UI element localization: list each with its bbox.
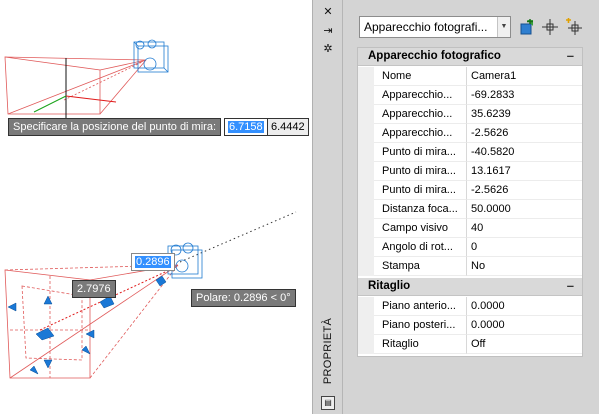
property-name: Punto di mira... — [374, 143, 467, 162]
camera-preview-top — [4, 39, 169, 118]
property-name: Apparecchio... — [374, 124, 467, 143]
property-name: Punto di mira... — [374, 162, 467, 181]
property-name: Angolo di rot... — [374, 238, 467, 257]
property-row[interactable]: Apparecchio... 35.6239 — [358, 105, 582, 124]
property-row[interactable]: Punto di mira... 13.1617 — [358, 162, 582, 181]
lens-length-value: 0.2896 — [135, 256, 171, 268]
property-value[interactable]: Camera1 — [467, 67, 582, 86]
property-name: Nome — [374, 67, 467, 86]
section-header[interactable]: Apparecchio fotografico – — [358, 48, 582, 66]
object-type-value: Apparecchio fotografi... — [364, 20, 488, 34]
section-title: Apparecchio fotografico — [368, 50, 501, 62]
property-row[interactable]: Apparecchio... -69.2833 — [358, 86, 582, 105]
property-name: Campo visivo — [374, 219, 467, 238]
property-value[interactable]: 13.1617 — [467, 162, 582, 181]
row-gutter — [358, 219, 374, 238]
property-row[interactable]: Nome Camera1 — [358, 67, 582, 86]
property-row[interactable]: Piano anterio... 0.0000 — [358, 297, 582, 316]
row-gutter — [358, 316, 374, 335]
row-gutter — [358, 181, 374, 200]
property-row[interactable]: Piano posteri... 0.0000 — [358, 316, 582, 335]
row-gutter — [358, 67, 374, 86]
collapse-icon[interactable]: – — [567, 278, 574, 294]
property-row[interactable]: Angolo di rot... 0 — [358, 238, 582, 257]
target-y-input[interactable]: 6.4442 — [267, 118, 309, 136]
property-name: Piano anterio... — [374, 297, 467, 316]
property-value[interactable]: 0.0000 — [467, 316, 582, 335]
palette-options-icon[interactable]: ▤ — [321, 396, 335, 410]
property-row[interactable]: Ritaglio Off — [358, 335, 582, 354]
object-type-select[interactable]: Apparecchio fotografi... ▼ — [359, 16, 511, 38]
section-title: Ritaglio — [368, 280, 411, 292]
property-value[interactable]: 35.6239 — [467, 105, 582, 124]
property-name: Piano posteri... — [374, 316, 467, 335]
row-gutter — [358, 238, 374, 257]
property-grid: Apparecchio fotografico – Nome Camera1 Appar… — [357, 47, 583, 357]
drawing-canvas[interactable]: Specificare la posizione del punto di mi… — [0, 0, 312, 414]
property-row[interactable]: Stampa No — [358, 257, 582, 276]
property-value[interactable]: 40 — [467, 219, 582, 238]
section-header[interactable]: Ritaglio – — [358, 278, 582, 296]
command-prompt-tooltip: Specificare la posizione del punto di mi… — [8, 118, 222, 136]
collapse-icon[interactable]: – — [567, 48, 574, 64]
row-gutter — [358, 162, 374, 181]
property-value[interactable]: -2.5626 — [467, 124, 582, 143]
property-value[interactable]: Off — [467, 335, 582, 354]
chevron-down-icon[interactable]: ▼ — [497, 17, 510, 37]
palette-properties-icon[interactable]: ✲ — [321, 42, 335, 56]
property-name: Punto di mira... — [374, 181, 467, 200]
row-gutter — [358, 124, 374, 143]
property-value[interactable]: -2.5626 — [467, 181, 582, 200]
auto-hide-icon[interactable]: ⇥ — [321, 24, 335, 38]
close-icon[interactable]: ✕ — [321, 5, 335, 19]
property-value[interactable]: No — [467, 257, 582, 276]
property-name: Apparecchio... — [374, 105, 467, 124]
property-value[interactable]: -40.5820 — [467, 143, 582, 162]
toggle-pickadd-icon[interactable] — [564, 18, 582, 36]
property-row[interactable]: Distanza foca... 50.0000 — [358, 200, 582, 219]
target-x-value: 6.7158 — [228, 121, 264, 133]
row-gutter — [358, 105, 374, 124]
row-gutter — [358, 143, 374, 162]
target-x-input[interactable]: 6.7158 — [224, 118, 268, 136]
row-gutter — [358, 86, 374, 105]
palette-content: Apparecchio fotografi... ▼ Apparecchio f… — [357, 0, 599, 414]
distance-readout: 2.7976 — [72, 280, 116, 298]
property-row[interactable]: Punto di mira... -2.5626 — [358, 181, 582, 200]
property-value[interactable]: 0.0000 — [467, 297, 582, 316]
palette-title-bar[interactable]: ✕ ⇥ ✲ PROPRIETÀ ▤ — [313, 0, 343, 414]
property-value[interactable]: -69.2833 — [467, 86, 582, 105]
lens-length-input[interactable]: 0.2896 — [131, 253, 175, 271]
quick-select-icon[interactable] — [518, 18, 536, 36]
row-gutter — [358, 335, 374, 354]
property-name: Distanza foca... — [374, 200, 467, 219]
property-value[interactable]: 50.0000 — [467, 200, 582, 219]
row-gutter — [358, 297, 374, 316]
select-objects-icon[interactable] — [541, 18, 559, 36]
property-row[interactable]: Campo visivo 40 — [358, 219, 582, 238]
property-name: Stampa — [374, 257, 467, 276]
property-row[interactable]: Apparecchio... -2.5626 — [358, 124, 582, 143]
property-name: Apparecchio... — [374, 86, 467, 105]
properties-palette: ✕ ⇥ ✲ PROPRIETÀ ▤ Apparecchio fotografi.… — [312, 0, 599, 414]
property-value[interactable]: 0 — [467, 238, 582, 257]
property-name: Ritaglio — [374, 335, 467, 354]
palette-vertical-title: PROPRIETÀ — [322, 317, 334, 385]
row-gutter — [358, 200, 374, 219]
property-row[interactable]: Punto di mira... -40.5820 — [358, 143, 582, 162]
polar-tracking-tooltip: Polare: 0.2896 < 0° — [191, 289, 296, 307]
drawing-viewport — [4, 39, 297, 379]
row-gutter — [358, 257, 374, 276]
